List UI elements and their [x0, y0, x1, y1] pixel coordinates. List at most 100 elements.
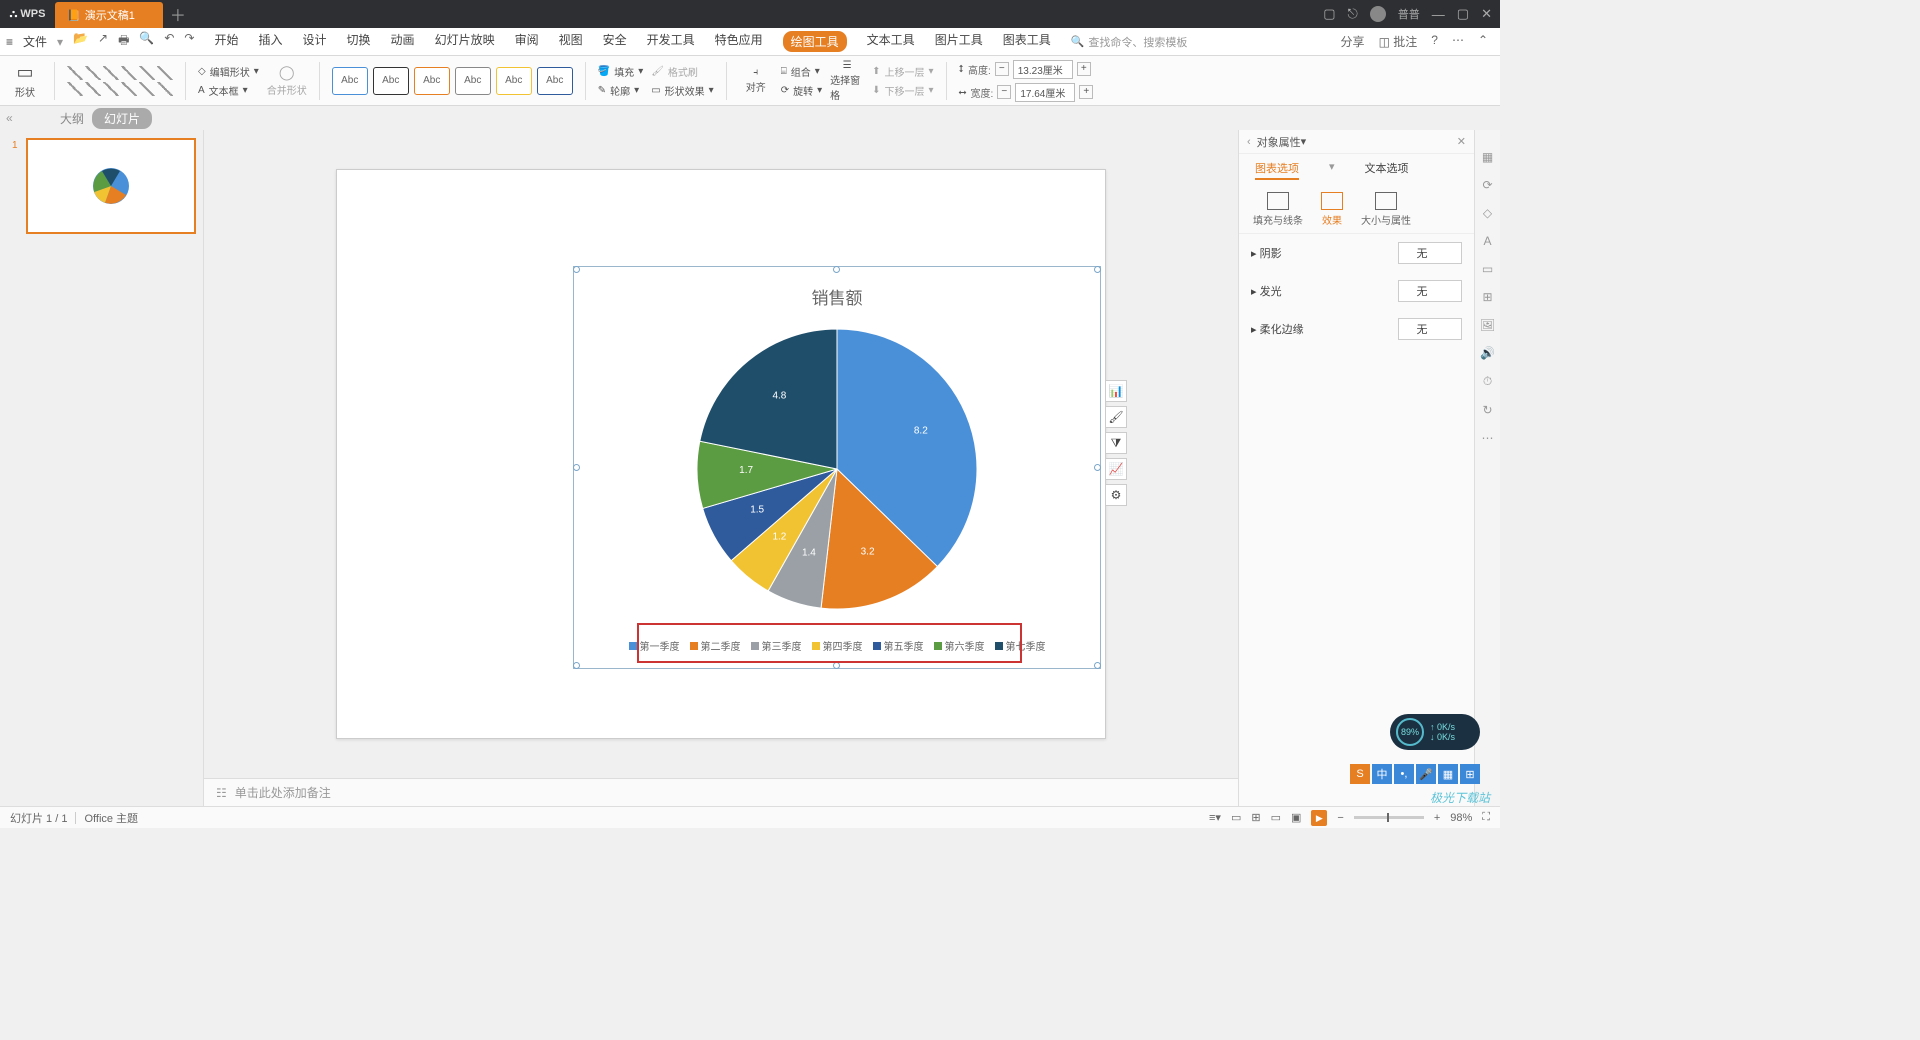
- minimize-icon[interactable]: —: [1432, 7, 1445, 22]
- command-search[interactable]: 🔍 查找命令、搜索模板: [1071, 34, 1188, 50]
- strip-icon[interactable]: ◇: [1483, 206, 1492, 220]
- legend-item[interactable]: 第七季度: [995, 638, 1046, 653]
- add-tab-button[interactable]: ＋: [163, 2, 193, 26]
- chart-filter-icon[interactable]: ⧩: [1105, 432, 1127, 454]
- slide-canvas[interactable]: 销售额 8.23.21.41.21.51.74.8 第一季度第二季度第三季度第四…: [204, 130, 1238, 806]
- shapes-button[interactable]: ▭形状: [8, 62, 42, 99]
- strip-icon[interactable]: ▦: [1482, 150, 1493, 164]
- ime-logo-icon[interactable]: S: [1350, 764, 1370, 784]
- cloud-icon[interactable]: ⎋: [1348, 6, 1358, 22]
- sorter-view-icon[interactable]: ⊞: [1251, 811, 1260, 824]
- maximize-icon[interactable]: ▢: [1457, 6, 1469, 22]
- slideshow-view-icon[interactable]: ▣: [1291, 811, 1301, 824]
- style-gallery[interactable]: Abc Abc Abc Abc Abc Abc: [332, 67, 573, 95]
- effects-tab[interactable]: 效果: [1321, 192, 1343, 227]
- size-props-tab[interactable]: 大小与属性: [1361, 192, 1411, 227]
- chart-object[interactable]: 销售额 8.23.21.41.21.51.74.8 第一季度第二季度第三季度第四…: [577, 270, 1097, 665]
- close-icon[interactable]: ✕: [1481, 6, 1492, 22]
- rotate-button[interactable]: ⟳ 旋转 ▾: [781, 83, 822, 98]
- undo-icon[interactable]: ↶: [164, 31, 174, 52]
- glow-property[interactable]: ▸ 发光无: [1239, 272, 1474, 310]
- collapse-ribbon-icon[interactable]: ⌃: [1478, 33, 1488, 50]
- slide[interactable]: 销售额 8.23.21.41.21.51.74.8 第一季度第二季度第三季度第四…: [336, 169, 1106, 739]
- tab-picturetools[interactable]: 图片工具: [935, 31, 983, 52]
- help-icon[interactable]: ?: [1431, 33, 1438, 50]
- tab-insert[interactable]: 插入: [259, 31, 283, 52]
- strip-icon[interactable]: ▭: [1482, 262, 1493, 276]
- export-icon[interactable]: ↗: [98, 31, 108, 52]
- hamburger-icon[interactable]: ≡: [6, 35, 13, 49]
- tab-start[interactable]: 开始: [214, 31, 238, 52]
- shape-effect-button[interactable]: ▭ 形状效果 ▾: [651, 83, 713, 98]
- chart-title[interactable]: 销售额: [577, 284, 1097, 309]
- tab-design[interactable]: 设计: [303, 31, 327, 52]
- avatar[interactable]: [1370, 6, 1386, 22]
- fill-button[interactable]: 🪣 填充 ▾: [598, 64, 643, 79]
- combine-button[interactable]: ⌸ 组合 ▾: [781, 64, 822, 79]
- strip-icon[interactable]: ⟳: [1482, 178, 1492, 192]
- print-icon[interactable]: 🖶: [118, 31, 129, 52]
- strip-icon[interactable]: 🖼: [1480, 318, 1495, 332]
- legend-item[interactable]: 第六季度: [934, 638, 985, 653]
- width-input[interactable]: ⭤ 宽度:−17.64厘米+: [959, 83, 1094, 102]
- text-options-tab[interactable]: 文本选项: [1365, 160, 1409, 180]
- notes-bar[interactable]: ☷ 单击此处添加备注: [204, 778, 1238, 806]
- more-icon[interactable]: ⋯: [1452, 33, 1464, 50]
- align-button[interactable]: ⫞对齐: [739, 67, 773, 94]
- softedge-property[interactable]: ▸ 柔化边缘无: [1239, 310, 1474, 348]
- taskpane-close-icon[interactable]: ✕: [1457, 135, 1466, 148]
- outline-button[interactable]: ✎ 轮廓 ▾: [598, 83, 643, 98]
- selection-pane-button[interactable]: ☰选择窗格: [830, 60, 864, 102]
- ime-bar[interactable]: S 中•,🎤▦⊞: [1350, 764, 1480, 784]
- legend-item[interactable]: 第四季度: [812, 638, 863, 653]
- legend-item[interactable]: 第二季度: [690, 638, 741, 653]
- zoom-out-icon[interactable]: −: [1337, 812, 1343, 824]
- legend-item[interactable]: 第五季度: [873, 638, 924, 653]
- chart-elements-icon[interactable]: 📊: [1105, 380, 1127, 402]
- chart-options-tab[interactable]: 图表选项: [1255, 160, 1299, 180]
- tab-devtools[interactable]: 开发工具: [647, 31, 695, 52]
- tab-slideshow[interactable]: 幻灯片放映: [435, 31, 495, 52]
- perf-widget[interactable]: 89% ↑ 0K/s↓ 0K/s: [1390, 714, 1480, 750]
- edit-shape-button[interactable]: ◇ 编辑形状 ▾: [198, 64, 259, 79]
- strip-icon[interactable]: ↻: [1482, 403, 1492, 417]
- reading-view-icon[interactable]: ▭: [1271, 811, 1281, 824]
- zoom-in-icon[interactable]: +: [1434, 812, 1440, 824]
- lines-gallery[interactable]: [67, 66, 173, 96]
- tab-texttools[interactable]: 文本工具: [867, 31, 915, 52]
- window-badge-icon[interactable]: ▢: [1323, 6, 1335, 22]
- legend-item[interactable]: 第三季度: [751, 638, 802, 653]
- chart-legend[interactable]: 第一季度第二季度第三季度第四季度第五季度第六季度第七季度: [577, 638, 1097, 653]
- tab-drawingtools[interactable]: 绘图工具: [783, 31, 847, 52]
- fit-icon[interactable]: ⛶: [1482, 811, 1490, 824]
- zoom-value[interactable]: 98%: [1450, 812, 1472, 824]
- slide-thumbnail-1[interactable]: 1: [12, 138, 191, 234]
- collab-button[interactable]: ◫ 批注: [1379, 33, 1418, 50]
- legend-item[interactable]: 第一季度: [629, 638, 680, 653]
- height-input[interactable]: ⭥ 高度:−13.23厘米+: [959, 60, 1094, 79]
- play-button[interactable]: ▶: [1311, 810, 1327, 826]
- tab-animation[interactable]: 动画: [391, 31, 415, 52]
- redo-icon[interactable]: ↷: [184, 31, 194, 52]
- outline-tab[interactable]: 大纲: [60, 110, 84, 127]
- share-button[interactable]: 分享: [1341, 33, 1365, 50]
- strip-icon[interactable]: ⋯: [1482, 431, 1494, 445]
- tab-view[interactable]: 视图: [559, 31, 583, 52]
- collapse-panel-icon[interactable]: «: [6, 111, 13, 125]
- normal-view-icon[interactable]: ▭: [1231, 811, 1241, 824]
- slides-tab[interactable]: 幻灯片: [92, 108, 152, 129]
- strip-icon[interactable]: ⊞: [1482, 290, 1492, 304]
- tab-features[interactable]: 特色应用: [715, 31, 763, 52]
- tab-review[interactable]: 审阅: [515, 31, 539, 52]
- tab-transition[interactable]: 切换: [347, 31, 371, 52]
- shadow-property[interactable]: ▸ 阴影无: [1239, 234, 1474, 272]
- textbox-button[interactable]: A 文本框 ▾: [198, 83, 259, 98]
- chart-styles-icon[interactable]: 🖌: [1105, 406, 1127, 428]
- strip-icon[interactable]: ⏱: [1483, 374, 1492, 389]
- strip-icon[interactable]: 🔊: [1480, 346, 1495, 360]
- tab-security[interactable]: 安全: [603, 31, 627, 52]
- chart-settings-icon[interactable]: ⚙: [1105, 484, 1127, 506]
- preview-icon[interactable]: 🔍: [139, 31, 154, 52]
- open-icon[interactable]: 📂: [73, 31, 88, 52]
- document-tab[interactable]: 📙演示文稿1: [55, 2, 163, 28]
